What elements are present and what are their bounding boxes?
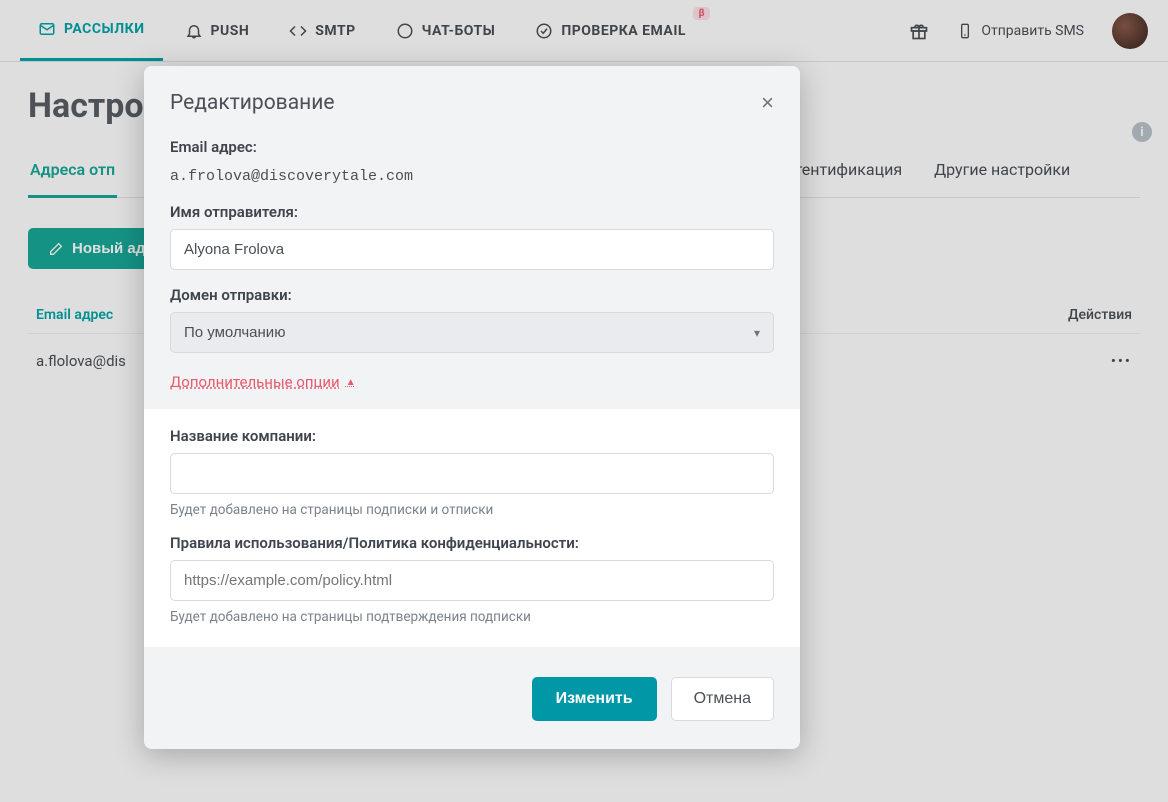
nav-label: ПРОВЕРКА EMAIL (561, 23, 686, 39)
nav-mailings[interactable]: РАССЫЛКИ (20, 1, 163, 61)
policy-input[interactable] (170, 560, 774, 601)
nav-label: SMTP (315, 23, 355, 39)
nav-smtp[interactable]: SMTP (271, 1, 373, 61)
gift-button[interactable] (899, 11, 939, 51)
nav-label: ЧАТ-БОТЫ (422, 23, 496, 39)
avatar[interactable] (1112, 13, 1148, 49)
tab-other[interactable]: Другие настройки (932, 148, 1072, 197)
new-address-label: Новый ад (72, 240, 145, 257)
nav-push[interactable]: PUSH (167, 1, 268, 61)
nav-label: PUSH (211, 23, 250, 39)
mail-icon (38, 20, 56, 38)
nav-emailcheck[interactable]: ПРОВЕРКА EMAIL β (517, 1, 704, 61)
phone-icon (957, 23, 973, 39)
check-icon (535, 22, 553, 40)
company-input[interactable] (170, 453, 774, 494)
bell-icon (185, 22, 203, 40)
chat-icon (396, 22, 414, 40)
info-icon[interactable]: i (1132, 122, 1152, 142)
close-icon: × (761, 90, 774, 115)
policy-label: Правила использования/Политика конфиденц… (170, 534, 774, 552)
more-options-label: Дополнительные опции (170, 373, 340, 391)
company-hint: Будет добавлено на страницы подписки и о… (170, 502, 774, 518)
edit-icon (48, 241, 64, 257)
sms-label: Отправить SMS (981, 23, 1084, 39)
beta-badge: β (693, 7, 710, 20)
gift-icon (909, 21, 929, 41)
submit-button[interactable]: Изменить (532, 677, 657, 721)
domain-label: Домен отправки: (170, 286, 774, 304)
nav-label: РАССЫЛКИ (64, 21, 145, 37)
more-options-toggle[interactable]: Дополнительные опции ▲ (170, 373, 356, 391)
row-actions-button[interactable]: ••• (941, 334, 1140, 388)
sender-name-label: Имя отправителя: (170, 203, 774, 221)
sender-name-input[interactable] (170, 229, 774, 270)
cancel-button[interactable]: Отмена (671, 677, 774, 721)
send-sms-button[interactable]: Отправить SMS (943, 23, 1098, 39)
tab-auth[interactable]: утентификация (785, 148, 904, 197)
email-value: a.frolova@discoverytale.com (170, 164, 774, 187)
col-actions: Действия (941, 297, 1140, 334)
edit-modal: Редактирование × Email адрес: a.frolova@… (144, 66, 800, 749)
domain-select[interactable]: По умолчанию (170, 312, 774, 353)
modal-title: Редактирование (170, 91, 334, 115)
code-icon (289, 22, 307, 40)
tab-senders[interactable]: Адреса отп (28, 148, 117, 198)
nav-chatbots[interactable]: ЧАТ-БОТЫ (378, 1, 514, 61)
email-label: Email адрес: (170, 138, 774, 156)
top-nav: РАССЫЛКИ PUSH SMTP ЧАТ-БОТЫ ПРОВЕРКА EMA… (0, 0, 1168, 62)
close-button[interactable]: × (761, 90, 774, 116)
caret-up-icon: ▲ (346, 377, 356, 388)
company-label: Название компании: (170, 427, 774, 445)
policy-hint: Будет добавлено на страницы подтверждени… (170, 609, 774, 625)
